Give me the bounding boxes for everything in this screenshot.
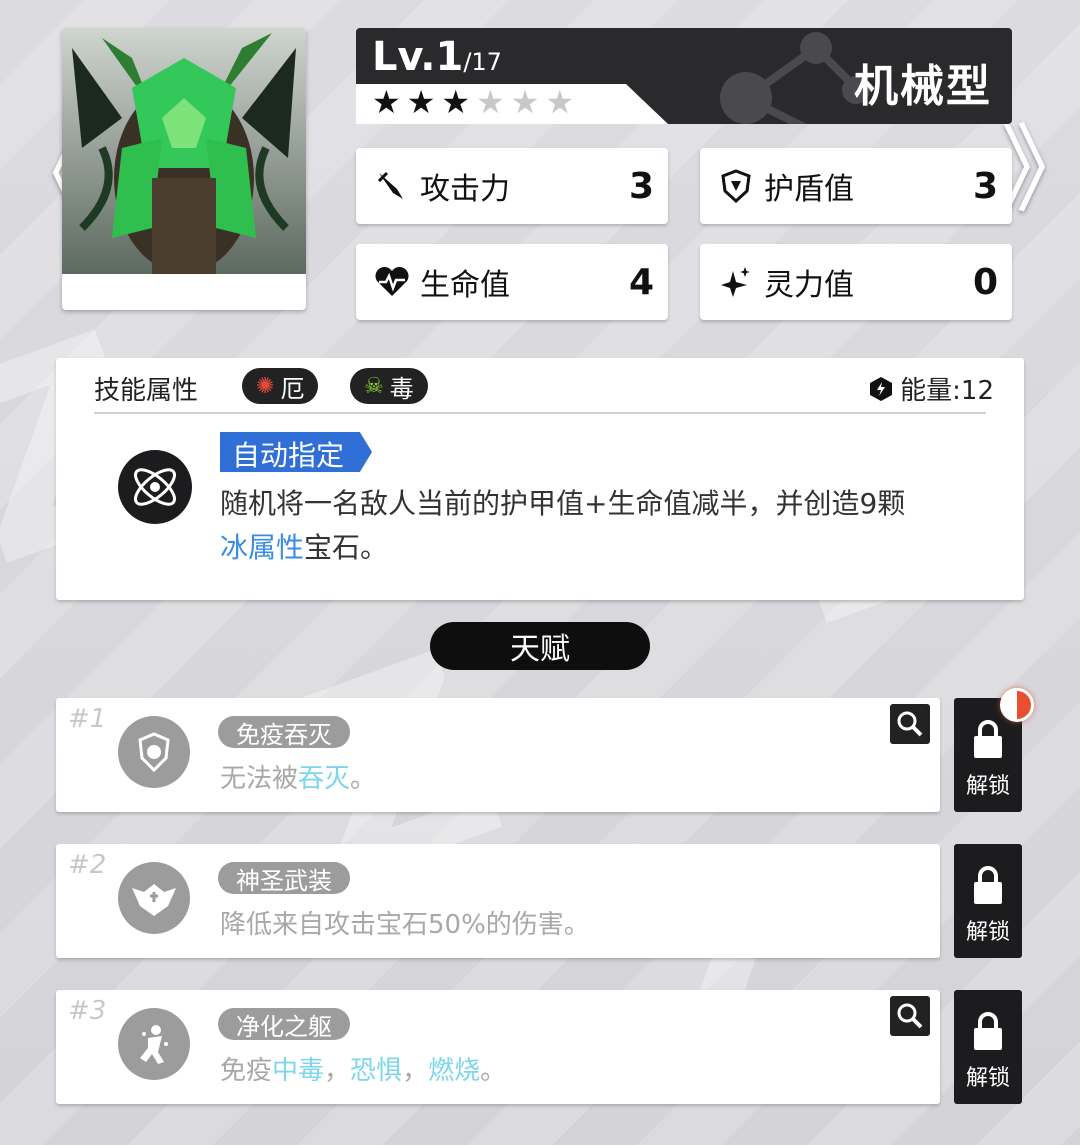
talent-card[interactable]: #3 净化之躯 免疫中毒，恐惧，燃烧。 [56, 990, 940, 1104]
talent-number: #1 [68, 704, 107, 734]
talent-name: 免疫吞灭 [218, 716, 350, 749]
unlock-label: 解锁 [965, 1066, 1010, 1091]
talent-name: 净化之躯 [218, 1008, 350, 1041]
talent-keyword[interactable]: 中毒 [272, 1056, 324, 1086]
skill-desc-text: 宝石。 [304, 531, 389, 564]
lock-icon [974, 1012, 1002, 1050]
stat-value: 3 [628, 165, 654, 207]
talent-section-title: 天赋 [430, 622, 650, 670]
talent-desc-text: 降低来自攻击宝石50%的伤害。 [220, 910, 590, 940]
stat-attack: 攻击力 3 [356, 148, 668, 224]
talent-desc-text: ， [324, 1056, 351, 1086]
stat-spirit: 灵力值 0 [700, 244, 1012, 320]
skill-targeting-tag: 自动指定 [220, 432, 373, 472]
curse-icon: ✺ [256, 373, 275, 399]
talent-desc-text: ， [402, 1056, 429, 1086]
energy-value: 能量:12 [900, 376, 994, 406]
skill-desc-text: 随机将一名敌人当前的护甲值+生命值减半，并创造9颗 [220, 487, 906, 520]
talent-description: 降低来自攻击宝石50%的伤害。 [220, 904, 590, 941]
star-filled-icon: ★ [441, 83, 471, 121]
purify-figure-icon [118, 1008, 190, 1080]
stat-shield: 护盾值 3 [700, 148, 1012, 224]
skill-icon [118, 450, 192, 524]
divider [94, 412, 986, 414]
character-portrait [62, 28, 306, 274]
poison-icon: ☠ [364, 373, 384, 399]
lock-icon [974, 720, 1002, 758]
star-empty-icon: ★ [510, 83, 540, 121]
energy-cost: 能量:12 [868, 370, 994, 407]
talent-name: 神圣武装 [218, 862, 350, 895]
star-filled-icon: ★ [406, 83, 436, 121]
magnify-icon[interactable] [890, 996, 930, 1036]
next-arrow-icon[interactable]: 》 [1000, 122, 1080, 218]
notification-badge-icon [1000, 688, 1034, 722]
talent-desc-text: 。 [350, 764, 377, 794]
sword-icon [374, 168, 410, 204]
skill-panel: 技能属性 ✺ 厄 ☠ 毒 能量:12 自动指定 随机将一名敌人当前的护甲值+生命… [56, 358, 1024, 600]
star-empty-icon: ★ [545, 83, 575, 121]
lock-icon [974, 866, 1002, 904]
talent-desc-text: 免疫 [220, 1056, 273, 1086]
unlock-label: 解锁 [965, 774, 1010, 799]
talent-keyword[interactable]: 吞灭 [298, 764, 350, 794]
stat-health: 生命值 4 [356, 244, 668, 320]
winged-shield-icon [118, 862, 190, 934]
magnify-icon[interactable] [890, 704, 930, 744]
shield-emblem-icon [118, 716, 190, 788]
stat-label: 护盾值 [764, 172, 854, 207]
level-header: Lv.1/17 ★ ★ ★ ★ ★ ★ 机械型 [356, 28, 1012, 124]
stat-value: 4 [628, 261, 654, 303]
level-text: Lv.1/17 [372, 34, 502, 80]
talent-description: 免疫中毒，恐惧，燃烧。 [220, 1050, 506, 1087]
unit-type: 机械型 [854, 61, 992, 112]
level-max: /17 [463, 48, 502, 76]
skill-desc-keyword[interactable]: 冰属性 [220, 531, 304, 564]
stat-label: 攻击力 [420, 172, 510, 207]
star-empty-icon: ★ [476, 83, 505, 121]
stat-label: 生命值 [420, 268, 510, 303]
element-badge-poison[interactable]: ☠ 毒 [350, 368, 428, 404]
skill-attributes-label: 技能属性 [94, 376, 199, 406]
unlock-button[interactable]: 解锁 [954, 844, 1022, 958]
element-label: 毒 [389, 374, 414, 403]
stat-value: 0 [972, 261, 998, 303]
skill-description: 随机将一名敌人当前的护甲值+生命值减半，并创造9颗 冰属性宝石。 [220, 482, 1000, 570]
sparkle-icon [718, 264, 754, 300]
talent-card[interactable]: #1 免疫吞灭 无法被吞灭。 [56, 698, 940, 812]
stat-value: 3 [972, 165, 998, 207]
shield-icon [718, 168, 754, 204]
talent-number: #3 [68, 996, 107, 1026]
unlock-label: 解锁 [965, 920, 1010, 945]
talent-card[interactable]: #2 神圣武装 降低来自攻击宝石50%的伤害。 [56, 844, 940, 958]
talent-number: #2 [68, 850, 107, 880]
unlock-button[interactable]: 解锁 [954, 990, 1022, 1104]
talent-keyword[interactable]: 恐惧 [350, 1056, 402, 1086]
heart-icon [374, 264, 410, 300]
talent-keyword[interactable]: 燃烧 [428, 1056, 480, 1086]
talent-description: 无法被吞灭。 [220, 758, 376, 795]
star-rating: ★ ★ ★ ★ ★ ★ [372, 86, 574, 118]
star-filled-icon: ★ [372, 83, 401, 121]
level-value: Lv.1 [372, 34, 464, 80]
stat-label: 灵力值 [764, 268, 854, 303]
element-label: 厄 [280, 374, 305, 403]
character-portrait-card[interactable] [62, 28, 306, 310]
talent-desc-text: 无法被 [220, 764, 299, 794]
energy-icon [870, 376, 893, 401]
talent-desc-text: 。 [480, 1056, 507, 1086]
element-badge-curse[interactable]: ✺ 厄 [242, 368, 319, 404]
